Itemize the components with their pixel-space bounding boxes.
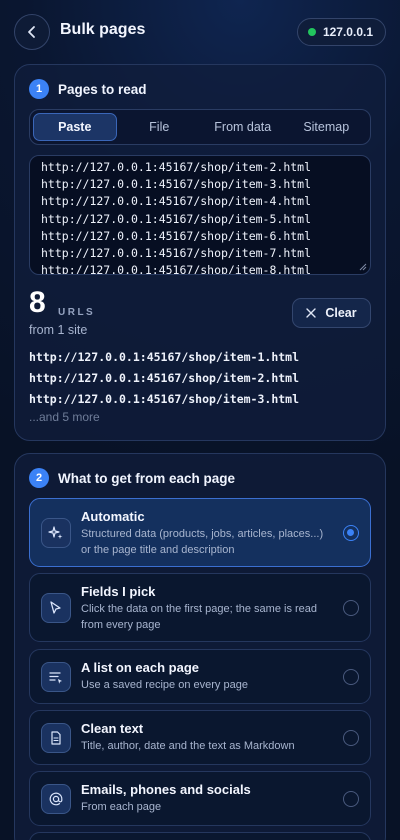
list-item: http://127.0.0.1:45167/shop/item-3.html bbox=[29, 392, 300, 406]
url-line: http://127.0.0.1:45167/shop/item-8.html bbox=[41, 263, 312, 275]
option-title: Clean text bbox=[81, 721, 144, 736]
option-clean-text[interactable]: Clean text Title, author, date and the t… bbox=[29, 710, 371, 765]
at-icon bbox=[41, 784, 71, 814]
extract-card: 2 What to get from each page Automatic S… bbox=[14, 453, 386, 840]
clear-button[interactable]: Clear bbox=[292, 298, 371, 328]
option-description: Title, author, date and the text as Mark… bbox=[81, 740, 295, 752]
list-item: http://127.0.0.1:45167/shop/item-1.html bbox=[29, 350, 300, 364]
option-radio[interactable] bbox=[343, 600, 359, 616]
url-line: http://127.0.0.1:45167/shop/item-6.html bbox=[41, 228, 312, 243]
option-description: From each page bbox=[81, 801, 162, 813]
clear-label: Clear bbox=[325, 306, 357, 320]
option-description: Use a saved recipe on every page bbox=[81, 679, 248, 691]
document-icon bbox=[41, 723, 71, 753]
tab-file[interactable]: File bbox=[119, 113, 201, 141]
step-title: Pages to read bbox=[58, 81, 147, 97]
step-number: 2 bbox=[29, 468, 49, 488]
url-line: http://127.0.0.1:45167/shop/item-4.html bbox=[41, 194, 312, 209]
urls-textarea[interactable]: http://127.0.0.1:45167/shop/item-2.html … bbox=[29, 155, 371, 275]
url-preview-list: http://127.0.0.1:45167/shop/item-1.html … bbox=[29, 347, 299, 410]
url-line: http://127.0.0.1:45167/shop/item-5.html bbox=[41, 211, 312, 226]
extract-step-header: 2 What to get from each page bbox=[29, 468, 235, 488]
url-line: http://127.0.0.1:45167/shop/item-2.html bbox=[41, 160, 312, 174]
option-fields-i-pick[interactable]: Fields I pick Click the data on the firs… bbox=[29, 573, 371, 642]
pages-step-header: 1 Pages to read bbox=[29, 79, 147, 99]
option-title: Fields I pick bbox=[81, 584, 156, 599]
list-icon bbox=[41, 662, 71, 692]
option-emails-phones-socials[interactable]: Emails, phones and socials From each pag… bbox=[29, 771, 371, 826]
url-count-subtitle: from 1 site bbox=[29, 323, 88, 337]
option-more[interactable] bbox=[29, 832, 371, 840]
option-list-on-each-page[interactable]: A list on each page Use a saved recipe o… bbox=[29, 649, 371, 704]
option-radio[interactable] bbox=[343, 525, 359, 541]
option-description: Click the data on the first page; the sa… bbox=[81, 603, 318, 631]
status-dot-icon bbox=[307, 28, 316, 36]
option-title: Automatic bbox=[81, 509, 145, 524]
step-title: What to get from each page bbox=[58, 470, 236, 486]
more-urls-text: ...and 5 more bbox=[29, 410, 100, 424]
pages-card: 1 Pages to read Paste File From data Sit… bbox=[14, 64, 386, 441]
cursor-icon bbox=[41, 593, 71, 623]
option-automatic[interactable]: Automatic Structured data (products, job… bbox=[29, 498, 371, 567]
back-button[interactable] bbox=[14, 14, 50, 50]
list-item: http://127.0.0.1:45167/shop/item-2.html bbox=[29, 371, 300, 385]
sparkles-icon bbox=[41, 518, 71, 548]
url-line: http://127.0.0.1:45167/shop/item-7.html bbox=[41, 246, 312, 261]
tab-from-data[interactable]: From data bbox=[202, 113, 284, 141]
header: Bulk pages 127.0.0.1 bbox=[0, 0, 400, 64]
chevron-left-icon bbox=[28, 26, 35, 38]
source-tabs: Paste File From data Sitemap bbox=[29, 109, 371, 145]
url-line: http://127.0.0.1:45167/shop/item-3.html bbox=[41, 177, 312, 192]
host-label: 127.0.0.1 bbox=[322, 25, 373, 39]
tab-sitemap[interactable]: Sitemap bbox=[286, 113, 368, 141]
url-count-label: URLS bbox=[58, 307, 96, 318]
page-title: Bulk pages bbox=[60, 21, 146, 38]
option-description: Structured data (products, jobs, article… bbox=[81, 528, 324, 556]
resize-grip-icon[interactable] bbox=[359, 263, 367, 271]
option-radio[interactable] bbox=[343, 791, 359, 807]
step-number: 1 bbox=[29, 79, 49, 99]
option-title: Emails, phones and socials bbox=[81, 782, 251, 797]
option-radio[interactable] bbox=[343, 730, 359, 746]
close-icon bbox=[306, 308, 317, 318]
tab-paste[interactable]: Paste bbox=[33, 113, 117, 141]
option-radio[interactable] bbox=[343, 669, 359, 685]
option-title: A list on each page bbox=[81, 660, 199, 675]
url-count: 8 bbox=[29, 286, 46, 319]
host-status-badge[interactable]: 127.0.0.1 bbox=[296, 18, 386, 46]
